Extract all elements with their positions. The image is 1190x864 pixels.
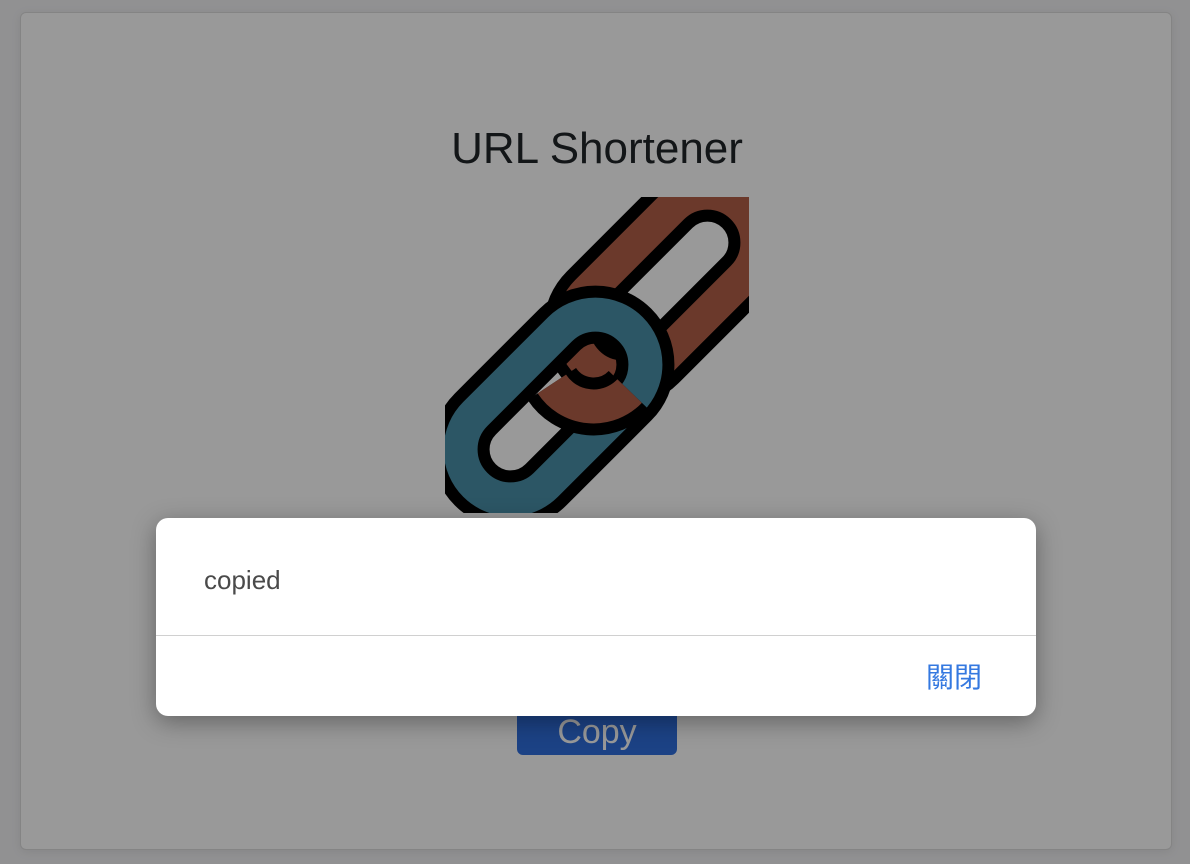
dialog-message: copied [204,565,281,595]
copied-dialog: copied 關閉 [156,518,1036,716]
dialog-divider [156,635,1036,636]
close-button[interactable]: 關閉 [926,658,982,698]
modal-backdrop[interactable] [0,0,1190,864]
